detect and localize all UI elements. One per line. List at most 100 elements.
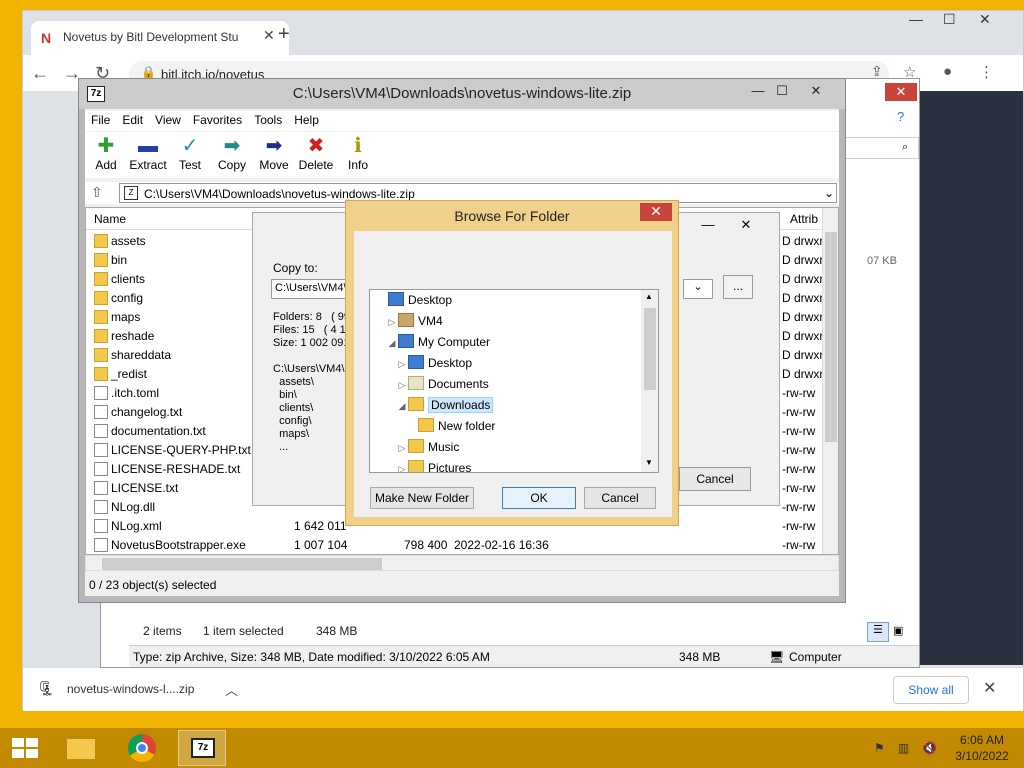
close-shelf-icon[interactable]: ✕ — [983, 678, 996, 698]
7zip-taskbar-icon[interactable]: 7z — [178, 730, 226, 766]
chevron-up-icon[interactable]: ︿ — [225, 680, 238, 699]
tree-item-label: VM4 — [418, 314, 443, 328]
copy-button[interactable]: ➡ Copy — [211, 134, 253, 172]
action-center-icon[interactable]: ⚑ — [874, 741, 885, 755]
browse-close-icon[interactable]: ✕ — [640, 203, 672, 221]
file-attrib: -rw-rw — [782, 462, 816, 476]
tree-scrollbar[interactable]: ▲ ▼ — [641, 290, 658, 472]
copy-label: Copy — [217, 158, 246, 172]
copy-dialog-minimize-icon[interactable]: — — [693, 217, 723, 235]
browse-button[interactable]: ... — [723, 275, 753, 299]
user-icon — [398, 313, 414, 327]
tree-item[interactable]: ◢ Downloads — [370, 397, 658, 418]
extract-button[interactable]: ▬ Extract — [127, 134, 169, 172]
expand-arrow-icon[interactable]: ◢ — [386, 338, 398, 349]
hscroll-thumb[interactable] — [102, 558, 382, 570]
file-name: _redist — [111, 367, 148, 381]
file-name: .itch.toml — [111, 386, 160, 400]
menu-tools[interactable]: Tools — [248, 111, 288, 129]
file-name: LICENSE-RESHADE.txt — [111, 462, 241, 476]
tree-item[interactable]: ▷ Desktop — [370, 355, 658, 376]
menu-favorites[interactable]: Favorites — [187, 111, 248, 129]
copy-dialog-close-icon[interactable]: ✕ — [731, 217, 761, 235]
tree-item[interactable]: ◢ My Computer — [370, 334, 658, 355]
chrome-icon[interactable] — [118, 730, 166, 766]
tree-item[interactable]: ▷ VM4 — [370, 313, 658, 334]
7zip-menubar: File Edit View Favorites Tools Help — [85, 111, 839, 131]
menu-help[interactable]: Help — [288, 111, 325, 129]
menu-file[interactable]: File — [85, 111, 116, 129]
delete-button[interactable]: ✖ Delete — [295, 134, 337, 172]
move-button[interactable]: ➡ Move — [253, 134, 295, 172]
7zip-maximize-icon[interactable]: ☐ — [767, 83, 797, 103]
file-explorer-icon[interactable] — [56, 730, 104, 766]
details-view-icon[interactable]: ☰ — [867, 622, 889, 642]
file-name: changelog.txt — [111, 405, 183, 419]
large-icons-view-icon[interactable]: ▣ — [893, 624, 903, 637]
copy-cancel-button[interactable]: Cancel — [679, 467, 751, 491]
chevron-down-icon[interactable]: ⌄ — [824, 186, 834, 200]
show-all-button[interactable]: Show all — [893, 676, 969, 704]
close-window-icon[interactable]: ✕ — [979, 11, 991, 28]
scrollbar-thumb[interactable] — [825, 232, 837, 442]
column-name[interactable]: Name — [94, 212, 126, 226]
browse-title: Browse For Folder — [454, 208, 570, 224]
7zip-close-icon[interactable]: ✕ — [801, 83, 831, 103]
copy-to-dropdown-icon[interactable]: ⌄ — [683, 279, 713, 299]
start-windows-icon[interactable] — [12, 738, 38, 758]
expand-arrow-icon[interactable]: ▷ — [396, 464, 408, 472]
add-label: Add — [95, 158, 117, 172]
expand-arrow-icon[interactable]: ◢ — [396, 401, 408, 412]
back-icon[interactable]: ← — [31, 63, 49, 84]
volume-muted-icon[interactable]: 🔇 — [922, 741, 937, 755]
clock[interactable]: 6:06 AM 3/10/2022 — [944, 732, 1020, 764]
tree-item-label: Desktop — [408, 293, 453, 307]
tree-item[interactable]: Desktop — [370, 292, 658, 313]
expand-arrow-icon[interactable]: ▷ — [396, 359, 408, 370]
tree-item[interactable]: ▷ Music — [370, 439, 658, 460]
file-name: maps — [111, 310, 141, 324]
menu-view[interactable]: View — [149, 111, 187, 129]
tree-item[interactable]: New folder — [370, 418, 658, 439]
ok-button[interactable]: OK — [502, 487, 576, 509]
expand-arrow-icon[interactable]: ▷ — [396, 443, 408, 454]
add-button[interactable]: ✚ Add — [85, 134, 127, 172]
file-attrib: -rw-rw — [782, 500, 816, 514]
expand-arrow-icon[interactable]: ▷ — [386, 317, 398, 328]
file-icon — [94, 443, 108, 457]
scroll-down-icon[interactable]: ▼ — [645, 458, 653, 467]
list-vertical-scrollbar[interactable] — [822, 208, 838, 554]
tree-item[interactable]: ▷ Pictures — [370, 460, 658, 472]
network-icon[interactable]: ▥ — [898, 741, 909, 755]
info-button[interactable]: ℹ Info — [337, 134, 379, 172]
column-attrib[interactable]: Attrib — [790, 212, 818, 226]
help-icon[interactable]: ? — [897, 109, 904, 124]
tree-scroll-thumb[interactable] — [644, 308, 656, 390]
scroll-up-icon[interactable]: ▲ — [645, 292, 653, 301]
browse-cancel-button[interactable]: Cancel — [584, 487, 656, 509]
expand-arrow-icon[interactable]: ▷ — [396, 380, 408, 391]
file-attrib: -rw-rw — [782, 443, 816, 457]
minimize-icon[interactable]: — — [909, 11, 923, 27]
copy-to-path-input[interactable]: C:\Users\VM4\ — [271, 279, 353, 299]
file-name: clients — [111, 272, 146, 286]
list-horizontal-scrollbar[interactable] — [85, 555, 839, 571]
explorer-search-input[interactable]: ⌕ — [841, 137, 919, 159]
tree-item[interactable]: ▷ Documents — [370, 376, 658, 397]
browser-tab[interactable]: N Novetus by Bitl Development Stu ✕ — [31, 21, 289, 55]
new-tab-button[interactable]: + — [278, 23, 290, 46]
explorer-close-icon[interactable]: ✕ — [885, 83, 917, 101]
up-folder-icon[interactable]: ⇧ — [91, 184, 103, 201]
menu-dots-icon[interactable]: ⋮ — [979, 63, 994, 81]
menu-edit[interactable]: Edit — [116, 111, 149, 129]
tab-close-icon[interactable]: ✕ — [263, 27, 275, 44]
table-row[interactable]: NovetusBootstrapper.exe 1 007 104 798 400 2… — [86, 536, 838, 555]
test-button[interactable]: ✓ Test — [169, 134, 211, 172]
zip-icon: Z — [124, 186, 138, 200]
file-name: LICENSE-QUERY-PHP.txt — [111, 443, 251, 457]
download-filename[interactable]: novetus-windows-l....zip — [67, 682, 194, 696]
maximize-icon[interactable]: ☐ — [943, 11, 956, 28]
make-new-folder-button[interactable]: Make New Folder — [370, 487, 474, 509]
folder-icon — [94, 348, 108, 362]
profile-icon[interactable]: ● — [943, 63, 952, 80]
